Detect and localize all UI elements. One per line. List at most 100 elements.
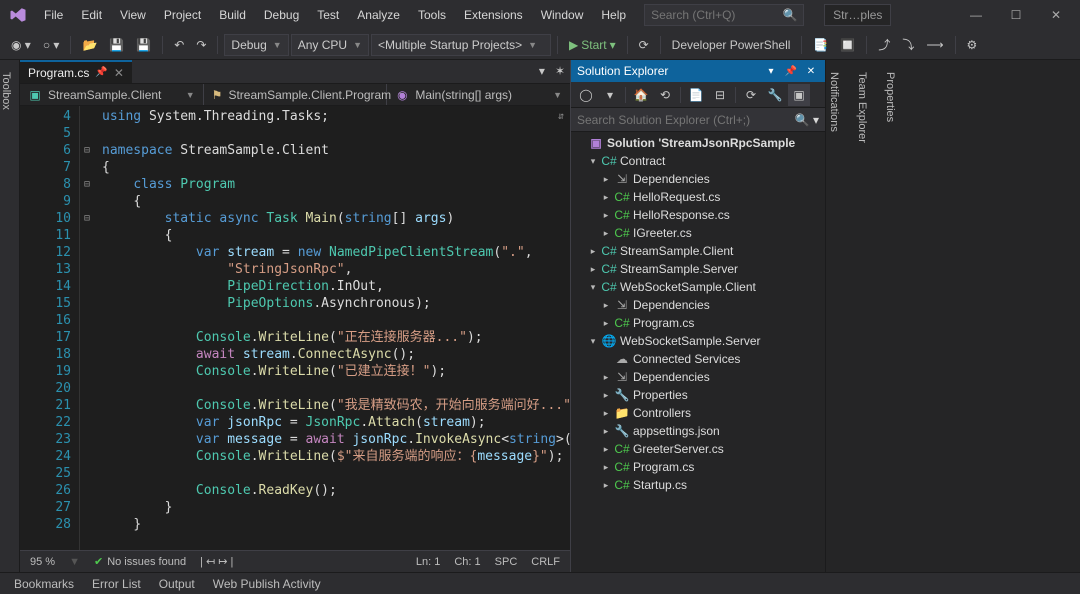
live-share-button[interactable]: 📑 <box>808 34 833 56</box>
search-icon: 🔍 ▾ <box>795 113 819 127</box>
nav-project-dropdown[interactable]: ▣ StreamSample.Client▼ <box>20 84 204 105</box>
prev-issue-button[interactable]: | ↤ ↦ | <box>200 555 233 568</box>
tree-node[interactable]: ▸🔧appsettings.json <box>571 422 825 440</box>
tree-node[interactable]: ▸⇲Dependencies <box>571 296 825 314</box>
close-tab-icon[interactable]: ✕ <box>114 66 124 80</box>
menu-build[interactable]: Build <box>211 4 254 26</box>
se-collapse-button[interactable]: ⊟ <box>709 84 731 106</box>
tree-node[interactable]: ▸C#HelloRequest.cs <box>571 188 825 206</box>
platform-dropdown[interactable]: Any CPU▼ <box>291 34 369 56</box>
tree-node[interactable]: ▣Solution 'StreamJsonRpcSample <box>571 134 825 152</box>
nav-forward-button[interactable]: ○ ▾ <box>38 34 65 56</box>
tool-properties[interactable]: Properties <box>882 66 898 572</box>
tree-node[interactable]: ▸C#Program.cs <box>571 458 825 476</box>
window-dropdown-icon[interactable]: ▾ <box>763 63 779 79</box>
json-icon: 🔧 <box>614 424 630 438</box>
se-preview-button[interactable]: ▣ <box>788 84 810 106</box>
right-tool-well[interactable]: Notifications Team Explorer Properties <box>825 60 1080 572</box>
step-into-button[interactable]: ⤵ <box>897 34 919 56</box>
full-screen-button[interactable]: ✶ <box>550 60 570 82</box>
step-out-button[interactable]: ⤴ <box>873 34 895 56</box>
extensions-button[interactable]: ⚙ <box>962 34 983 56</box>
nav-back-button[interactable]: ◉ ▾ <box>6 34 36 56</box>
open-file-button[interactable]: 📂 <box>77 34 102 56</box>
tree-label: Program.cs <box>633 460 694 474</box>
minimize-button[interactable]: ― <box>956 0 996 30</box>
tree-node[interactable]: ▸🔧Properties <box>571 386 825 404</box>
menu-view[interactable]: View <box>112 4 154 26</box>
nav-class-dropdown[interactable]: ⚑ StreamSample.Client.Program▼ <box>204 84 388 105</box>
tree-node[interactable]: ▸⇲Dependencies <box>571 170 825 188</box>
se-search-input[interactable] <box>577 113 795 127</box>
scroll-split-icon[interactable]: ⇵ <box>558 108 570 120</box>
config-dropdown[interactable]: Debug▼ <box>224 34 288 56</box>
undo-button[interactable]: ↶ <box>169 34 189 56</box>
bottom-tab-output[interactable]: Output <box>151 575 203 593</box>
menu-project[interactable]: Project <box>156 4 209 26</box>
tool-team-explorer[interactable]: Team Explorer <box>854 66 870 572</box>
tree-node[interactable]: ▸C#Program.cs <box>571 314 825 332</box>
dep-icon: ⇲ <box>614 298 630 312</box>
tree-node[interactable]: ☁Connected Services <box>571 350 825 368</box>
solution-tree[interactable]: ▣Solution 'StreamJsonRpcSample▾C#Contrac… <box>571 132 825 572</box>
se-showall-button[interactable]: 📄 <box>685 84 707 106</box>
tree-node[interactable]: ▸⇲Dependencies <box>571 368 825 386</box>
bottom-tab-bookmarks[interactable]: Bookmarks <box>6 575 82 593</box>
tree-label: StreamSample.Client <box>620 244 733 258</box>
save-button[interactable]: 💾 <box>104 34 129 56</box>
quick-search[interactable]: 🔍 <box>644 4 804 26</box>
tool-notifications[interactable]: Notifications <box>826 66 842 572</box>
close-button[interactable]: ✕ <box>1036 0 1076 30</box>
csproj-icon: ▣ <box>28 88 42 102</box>
tree-node[interactable]: ▸📁Controllers <box>571 404 825 422</box>
pin-window-icon[interactable]: 📌 <box>783 63 799 79</box>
solution-explorer-header[interactable]: Solution Explorer ▾ 📌 ✕ <box>571 60 825 82</box>
tree-node[interactable]: ▾🌐WebSocketSample.Server <box>571 332 825 350</box>
code-editor[interactable]: 4567891011121314151617181920212223242526… <box>20 106 570 550</box>
start-button[interactable]: ▶ Start ▾ <box>564 34 621 56</box>
bottom-tab-error-list[interactable]: Error List <box>84 575 149 593</box>
tree-node[interactable]: ▾C#Contract <box>571 152 825 170</box>
se-properties-button[interactable]: 🔧 <box>764 84 786 106</box>
pin-icon[interactable]: 📌 <box>95 67 107 78</box>
find-in-files-button[interactable]: 🔲 <box>835 34 860 56</box>
rebuild-button[interactable]: ⟳ <box>634 34 654 56</box>
menu-edit[interactable]: Edit <box>73 4 110 26</box>
redo-button[interactable]: ↷ <box>191 34 211 56</box>
editor-tab-program[interactable]: Program.cs 📌 ✕ <box>20 60 132 83</box>
menu-test[interactable]: Test <box>309 4 347 26</box>
bottom-tab-web-publish-activity[interactable]: Web Publish Activity <box>205 575 329 593</box>
se-sync-button[interactable]: ⟲ <box>654 84 676 106</box>
se-refresh-button[interactable]: ⟳ <box>740 84 762 106</box>
dev-shell-button[interactable]: Developer PowerShell <box>667 34 796 56</box>
startup-dropdown[interactable]: <Multiple Startup Projects>▼ <box>371 34 551 56</box>
tree-node[interactable]: ▸C#StreamSample.Client <box>571 242 825 260</box>
se-fwd-button[interactable]: ▾ <box>599 84 621 106</box>
save-all-button[interactable]: 💾 <box>131 34 156 56</box>
se-home-button[interactable]: 🏠 <box>630 84 652 106</box>
menu-window[interactable]: Window <box>533 4 592 26</box>
step-over-button[interactable]: ⟶ <box>921 34 948 56</box>
close-window-icon[interactable]: ✕ <box>803 63 819 79</box>
menu-tools[interactable]: Tools <box>410 4 454 26</box>
left-tool-well[interactable]: Toolbox <box>0 60 20 572</box>
tree-node[interactable]: ▸C#GreeterServer.cs <box>571 440 825 458</box>
cs-icon: C# <box>614 208 630 222</box>
se-back-button[interactable]: ◯ <box>575 84 597 106</box>
menu-extensions[interactable]: Extensions <box>456 4 531 26</box>
tree-node[interactable]: ▸C#HelloResponse.cs <box>571 206 825 224</box>
tree-node[interactable]: ▾C#WebSocketSample.Client <box>571 278 825 296</box>
menu-debug[interactable]: Debug <box>256 4 307 26</box>
zoom-level[interactable]: 95 % <box>30 556 55 568</box>
tree-node[interactable]: ▸C#StreamSample.Server <box>571 260 825 278</box>
menu-file[interactable]: File <box>36 4 71 26</box>
maximize-button[interactable]: ☐ <box>996 0 1036 30</box>
issues-status[interactable]: ✔ No issues found <box>94 555 186 568</box>
tree-node[interactable]: ▸C#Startup.cs <box>571 476 825 494</box>
nav-method-dropdown[interactable]: ◉ Main(string[] args)▼ <box>387 84 570 105</box>
tree-node[interactable]: ▸C#IGreeter.cs <box>571 224 825 242</box>
menu-help[interactable]: Help <box>593 4 634 26</box>
quick-search-input[interactable] <box>651 8 771 22</box>
menu-analyze[interactable]: Analyze <box>349 4 408 26</box>
preview-next-button[interactable]: ▾ <box>534 60 550 82</box>
